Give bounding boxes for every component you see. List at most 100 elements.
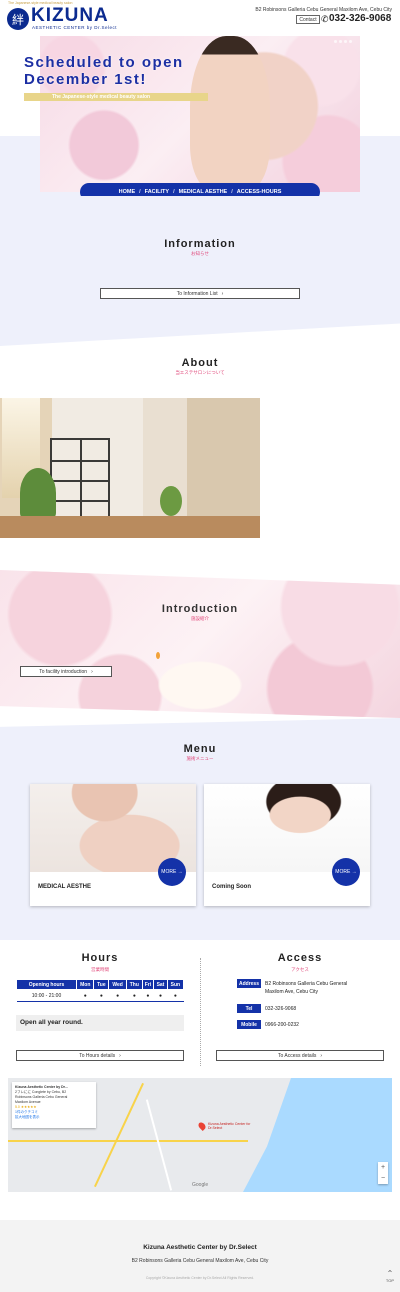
menu-card-title: Coming Soon <box>212 884 251 890</box>
map-zoom-control[interactable]: + − <box>378 1162 388 1184</box>
back-to-top-label: TOP <box>385 1278 395 1283</box>
hours-table-header: Opening hours Mon Tue Wed Thu Fri Sat Su… <box>16 979 185 990</box>
contact-button[interactable]: Contact <box>296 15 320 24</box>
map-road <box>94 1082 144 1188</box>
hours-col-day: Thu <box>125 979 143 990</box>
chevron-up-icon: ⌃ <box>386 1269 394 1278</box>
salon-shelf <box>50 438 110 518</box>
logo-subtitle: AESTHETIC CENTER by Dr.Select <box>32 25 118 30</box>
hours-table: Opening hours Mon Tue Wed Thu Fri Sat Su… <box>16 979 185 1002</box>
google-map[interactable]: Kizuna Aesthetic Center by Dr... 2フレにに C… <box>8 1078 392 1192</box>
hours-subtitle: 営業時間 <box>91 967 109 972</box>
menu-title: Menu <box>183 743 217 755</box>
hours-col-day: Mon <box>75 979 95 990</box>
access-title: Access <box>277 952 323 964</box>
chevron-right-icon: › <box>91 668 93 675</box>
access-details-button[interactable]: To Access details › <box>216 1050 384 1061</box>
nav-item-medical-aesthe[interactable]: MEDICAL AESTHE <box>179 189 228 195</box>
mobile-label: Mobile <box>237 1020 261 1029</box>
hours-title: Hours <box>81 952 119 964</box>
logo-text[interactable]: KIZUNA <box>31 5 109 27</box>
information-section-bg <box>0 196 400 346</box>
information-list-button[interactable]: To Information List › <box>100 288 300 299</box>
open-dot-icon: ● <box>153 989 168 1002</box>
menu-card-medical-aesthe[interactable]: MORE → MEDICAL AESTHE <box>30 784 196 906</box>
section-divider <box>200 958 201 1066</box>
hours-col-day: Sat <box>153 979 168 990</box>
footer-address: B2 Robinsons Galleria Cebu General Maxil… <box>131 1258 269 1264</box>
nav-item-access-hours[interactable]: ACCESS-HOURS <box>237 189 282 195</box>
candle-flame <box>156 652 160 659</box>
address-label: Address <box>237 979 261 988</box>
page: The Japanese-style medical beauty salon … <box>0 0 400 1292</box>
map-sea <box>243 1078 392 1192</box>
nav-separator: / <box>173 189 175 195</box>
map-road <box>145 1099 173 1191</box>
hours-time: 10:00 - 21:00 <box>16 989 77 1002</box>
site-footer <box>0 1220 400 1292</box>
tel-value[interactable]: 032-326-9068 <box>265 1005 365 1013</box>
information-subtitle: お知らせ <box>191 251 209 256</box>
tel-label: Tel <box>237 1004 261 1013</box>
zoom-in-icon[interactable]: + <box>378 1162 388 1173</box>
hours-col-label: Opening hours <box>16 979 77 990</box>
hours-col-day: Wed <box>108 979 127 990</box>
open-dot-icon: ● <box>167 989 184 1002</box>
facility-introduction-button-label: To facility introduction <box>39 668 88 675</box>
nav-separator: / <box>139 189 141 195</box>
phone-icon: ✆ <box>321 14 329 24</box>
salon-plant <box>20 468 56 518</box>
more-button[interactable]: MORE → <box>158 858 186 886</box>
back-to-top-button[interactable]: ⌃ TOP <box>382 1270 398 1286</box>
hero-title-line2: December 1st! <box>24 71 147 88</box>
hero-title: Scheduled to open December 1st! <box>24 54 234 88</box>
open-dot-icon: ● <box>108 989 127 1002</box>
access-details-button-label: To Access details <box>277 1052 317 1059</box>
introduction-title: Introduction <box>161 603 239 615</box>
salon-floor <box>0 516 260 538</box>
open-dot-icon: ● <box>142 989 154 1002</box>
about-subtitle: 当エステサロンについて <box>175 370 225 375</box>
hours-details-button[interactable]: To Hours details › <box>16 1050 184 1061</box>
mobile-value[interactable]: 0966-200-0232 <box>265 1021 365 1029</box>
header-phone[interactable]: 032-326-9068 <box>329 13 391 24</box>
chevron-right-icon: › <box>119 1052 121 1059</box>
hours-col-day: Tue <box>93 979 110 990</box>
hero-slider-dots[interactable] <box>334 40 352 43</box>
hours-details-button-label: To Hours details <box>79 1052 116 1059</box>
about-salon-image <box>0 398 260 538</box>
hours-col-day: Sun <box>166 979 185 990</box>
map-pin-icon[interactable] <box>197 1121 207 1131</box>
salon-plant <box>160 486 182 516</box>
address-value: B2 Robinsons Galleria Cebu General Maxil… <box>265 981 348 995</box>
introduction-banner <box>0 570 400 718</box>
open-dot-icon: ● <box>126 989 143 1002</box>
open-dot-icon: ● <box>93 989 109 1002</box>
map-road <box>8 1140 248 1142</box>
hero-title-line1: Scheduled to open <box>24 54 184 71</box>
footer-copyright: Copyright ©Kizuna Aesthetic Center by Dr… <box>145 1276 255 1280</box>
logo-icon[interactable]: 絆 <box>7 8 29 30</box>
site-header: The Japanese-style medical beauty salon … <box>0 0 400 36</box>
chevron-right-icon: › <box>221 290 224 297</box>
facility-introduction-button[interactable]: To facility introduction › <box>20 666 112 677</box>
nav-item-facility[interactable]: FACILITY <box>145 189 169 195</box>
menu-card-title: MEDICAL AESTHE <box>38 884 92 890</box>
menu-subtitle: 施術メニュー <box>186 756 214 761</box>
footer-name: Kizuna Aesthetic Center by Dr.Select <box>143 1244 257 1251</box>
information-title: Information <box>164 238 236 250</box>
hero-subtitle: The Japanese-style medical beauty salon <box>24 93 208 101</box>
access-subtitle: アクセス <box>291 967 309 972</box>
chevron-right-icon: › <box>320 1052 323 1059</box>
menu-card-coming-soon[interactable]: MORE → Coming Soon <box>204 784 370 906</box>
hours-col-day: Fri <box>141 979 155 990</box>
map-pin-label: Kizuna Aesthetic Center for Dr.Select <box>208 1122 251 1130</box>
map-info-card: Kizuna Aesthetic Center by Dr... 2フレにに C… <box>12 1082 96 1128</box>
open-dot-icon: ● <box>76 989 94 1002</box>
more-button[interactable]: MORE → <box>332 858 360 886</box>
nav-separator: / <box>231 189 233 195</box>
zoom-out-icon[interactable]: − <box>378 1173 388 1184</box>
map-card-link[interactable]: 拡大地図を表示 <box>15 1115 93 1120</box>
information-list-button-label: To Information List <box>176 290 218 297</box>
nav-item-home[interactable]: HOME <box>119 189 136 195</box>
